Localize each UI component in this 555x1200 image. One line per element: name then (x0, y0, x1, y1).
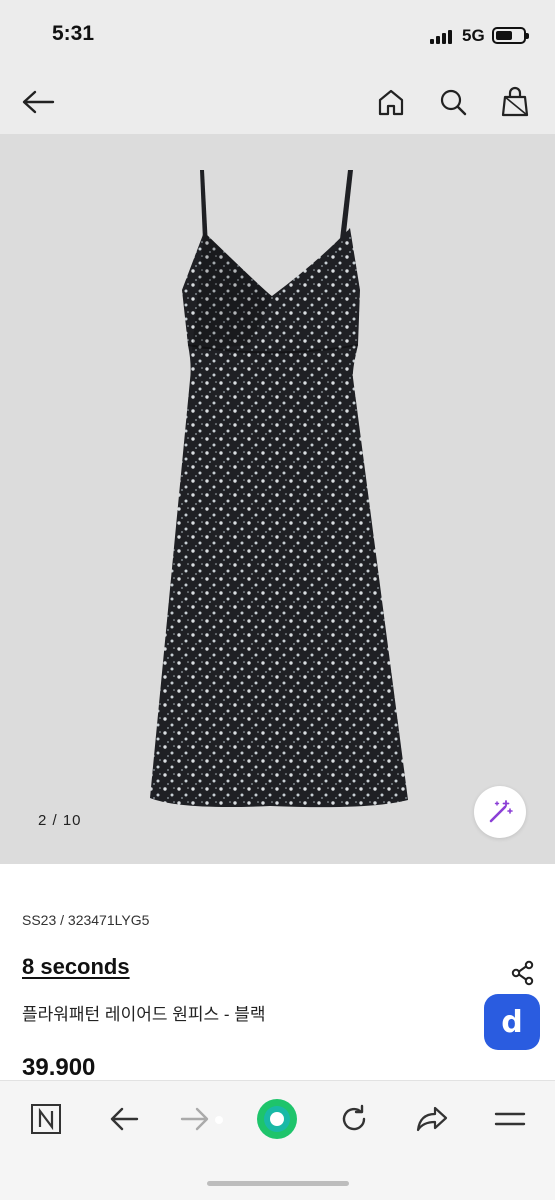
back-button[interactable] (18, 82, 58, 122)
status-bar: 5:31 5G (0, 0, 555, 70)
top-nav (0, 70, 555, 134)
product-image-gallery[interactable]: 2 / 10 (0, 134, 555, 864)
ai-styling-button[interactable] (474, 786, 526, 838)
magic-wand-icon (489, 800, 513, 823)
battery-icon (492, 27, 529, 44)
share-page-button[interactable] (408, 1095, 456, 1143)
green-home-icon (257, 1099, 297, 1139)
naver-n-icon (31, 1104, 61, 1134)
brand-link[interactable]: 8 seconds (22, 954, 130, 980)
status-time: 5:31 (52, 22, 95, 45)
product-info: SS23 / 323471LYG5 8 seconds 플라워패턴 레이어드 원… (0, 864, 555, 1081)
search-button[interactable] (433, 82, 473, 122)
forward-icon (180, 1107, 223, 1131)
page-indicator: 2 / 10 (38, 812, 82, 829)
home-button[interactable] (371, 82, 411, 122)
share-button[interactable] (508, 958, 538, 988)
browser-home-button[interactable] (253, 1095, 301, 1143)
signal-icon (430, 28, 456, 44)
product-code: SS23 / 323471LYG5 (22, 912, 150, 928)
home-indicator (207, 1181, 349, 1186)
network-label: 5G (462, 26, 485, 45)
browser-bottom-bar (0, 1080, 555, 1200)
search-icon (440, 89, 467, 116)
back-icon (110, 1107, 139, 1131)
share-icon (511, 960, 534, 986)
product-name: 플라워패턴 레이어드 원피스 - 블랙 (22, 1005, 266, 1024)
floating-d-button[interactable]: d (484, 994, 540, 1050)
cart-button[interactable] (495, 82, 535, 122)
product-image (150, 170, 408, 808)
share-arrow-icon (416, 1106, 448, 1132)
reload-icon (342, 1104, 366, 1131)
back-arrow-icon (22, 90, 55, 114)
product-price: 39.900 (22, 1054, 96, 1081)
browser-back-button[interactable] (100, 1095, 148, 1143)
reload-button[interactable] (330, 1095, 378, 1143)
naver-button[interactable] (22, 1095, 70, 1143)
home-icon (378, 89, 404, 116)
menu-icon (494, 1112, 526, 1126)
shopping-bag-icon (501, 86, 529, 117)
browser-forward-button[interactable] (178, 1095, 226, 1143)
menu-button[interactable] (486, 1095, 534, 1143)
